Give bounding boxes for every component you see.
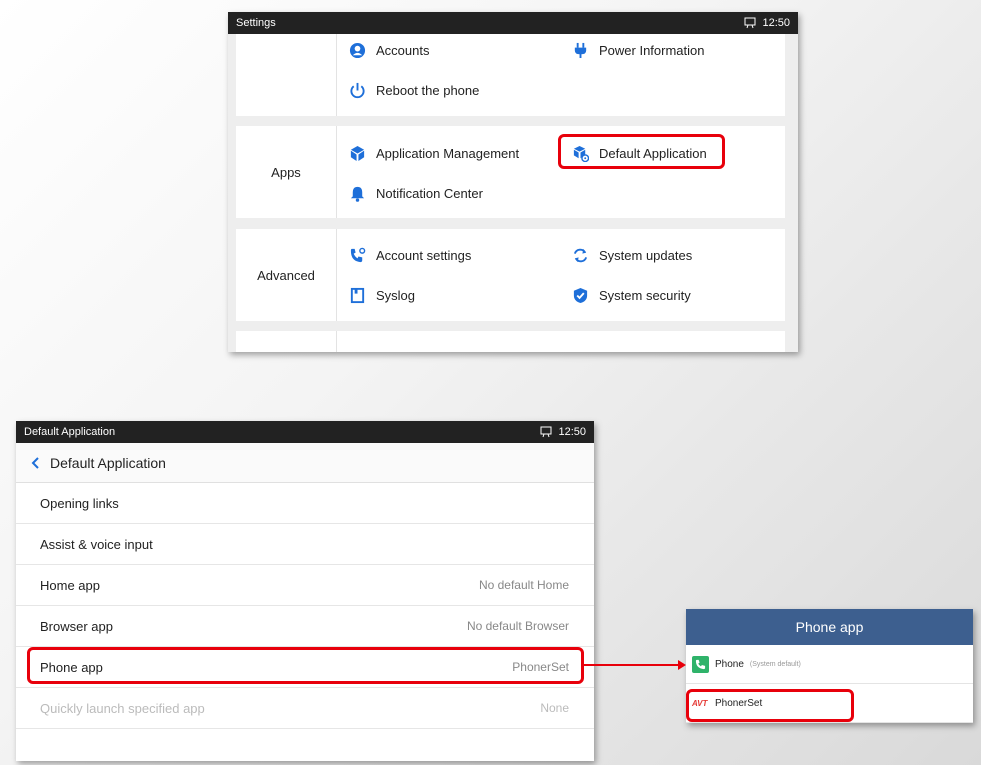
- row-assist-voice-input[interactable]: Assist & voice input: [16, 524, 594, 565]
- nav-bar: Default Application: [16, 443, 594, 483]
- status-title: Default Application: [24, 426, 116, 438]
- page-title: Default Application: [50, 454, 166, 471]
- settings-group-apps: Apps Application Management Default Appl…: [236, 126, 785, 218]
- shield-check-icon: [573, 287, 588, 304]
- power-plug-icon: [574, 42, 587, 59]
- row-phone-app[interactable]: Phone app PhonerSet: [16, 647, 594, 688]
- account-circle-icon: [349, 42, 366, 59]
- default-application-window: Default Application 12:50 Default Applic…: [16, 421, 594, 761]
- settings-item-account-settings[interactable]: Account settings: [349, 247, 471, 264]
- settings-item-accounts[interactable]: Accounts: [349, 42, 429, 59]
- settings-item-power-information[interactable]: Power Information: [572, 42, 705, 59]
- settings-item-system-updates[interactable]: System updates: [572, 247, 692, 264]
- option-phonerset[interactable]: AVT PhonerSet: [686, 684, 973, 723]
- phone-app-dialog: Phone app Phone (System default) AVT Pho…: [686, 609, 973, 723]
- power-icon: [350, 82, 365, 99]
- bell-icon: [350, 186, 365, 202]
- settings-item-syslog[interactable]: Syslog: [349, 287, 415, 304]
- row-browser-app[interactable]: Browser app No default Browser: [16, 606, 594, 647]
- status-time: 12:50: [558, 426, 586, 438]
- status-bar: Default Application 12:50: [16, 421, 594, 443]
- settings-item-default-application[interactable]: Default Application: [572, 145, 707, 162]
- phone-settings-icon: [350, 247, 366, 263]
- settings-window: Settings 12:50 Accounts Power Informatio…: [228, 12, 798, 352]
- settings-group-advanced: Advanced Account settings System updates…: [236, 229, 785, 321]
- row-opening-links[interactable]: Opening links: [16, 483, 594, 524]
- settings-item-system-security[interactable]: System security: [572, 287, 691, 304]
- status-bar: Settings 12:50: [228, 12, 798, 34]
- phone-icon: [692, 655, 709, 673]
- document-icon: [350, 287, 365, 304]
- settings-item-notification-center[interactable]: Notification Center: [349, 185, 483, 202]
- desk-phone-icon: [744, 17, 756, 29]
- settings-item-reboot[interactable]: Reboot the phone: [349, 82, 479, 99]
- avt-logo: AVT: [692, 698, 708, 708]
- option-phonerset-name: PhonerSet: [715, 697, 763, 709]
- row-quick-launch-app: Quickly launch specified app None: [16, 688, 594, 729]
- settings-group-next: [236, 331, 785, 352]
- settings-group-top: Accounts Power Information Reboot the ph…: [236, 34, 785, 116]
- option-phone-note: (System default): [749, 660, 801, 668]
- refresh-icon: [573, 248, 588, 263]
- back-chevron-icon[interactable]: [30, 456, 42, 469]
- dialog-title: Phone app: [686, 609, 973, 645]
- status-title: Settings: [236, 17, 276, 29]
- row-home-app[interactable]: Home app No default Home: [16, 565, 594, 606]
- app-cube-icon: [350, 145, 365, 162]
- status-time: 12:50: [762, 17, 790, 29]
- option-phone-name: Phone: [715, 658, 744, 670]
- option-phone[interactable]: Phone (System default): [686, 645, 973, 684]
- desk-phone-icon: [540, 426, 552, 438]
- group-label-advanced: Advanced: [236, 229, 337, 321]
- settings-item-application-management[interactable]: Application Management: [349, 145, 519, 162]
- default-app-icon: [573, 145, 589, 162]
- group-label-apps: Apps: [236, 126, 337, 218]
